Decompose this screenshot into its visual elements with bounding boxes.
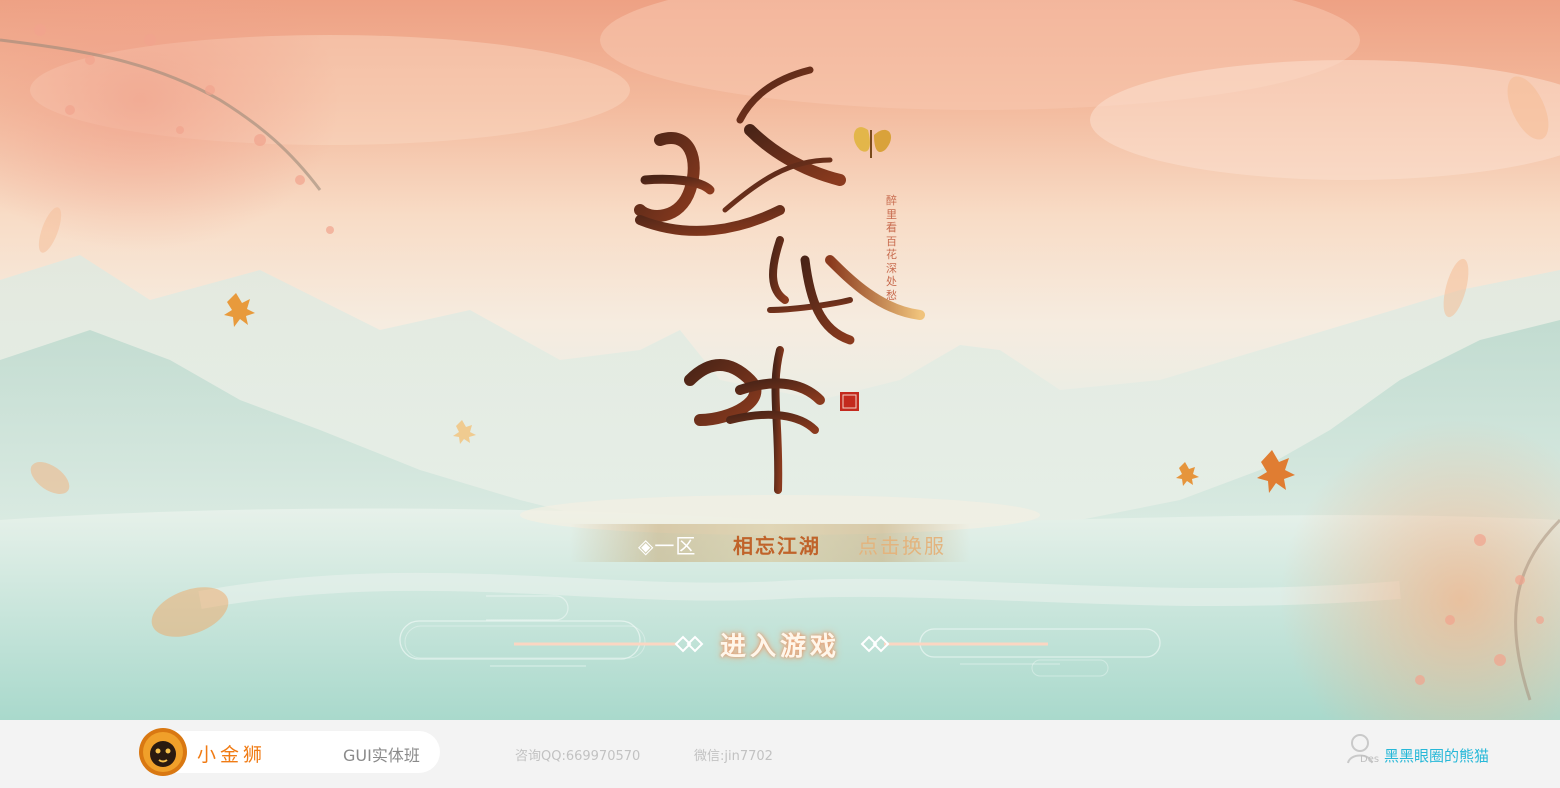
server-name: 相忘江湖 <box>733 534 821 558</box>
author-credit: Des 黑黑眼圈的熊猫 <box>1346 733 1506 769</box>
lion-logo-icon <box>139 728 187 776</box>
game-login-scene: 醉里看百花深处愁 ◈一区 相忘江湖 点击换服 进入游戏 <box>0 0 1560 720</box>
contact-qq: 咨询QQ:669970570 <box>515 749 641 764</box>
game-slogan: 醉里看百花深处愁 <box>886 194 897 302</box>
server-zone: ◈一区 <box>638 534 697 558</box>
switch-server-button[interactable]: 点击换服 <box>858 530 946 559</box>
author-tag: Des <box>1360 754 1380 765</box>
seal-icon <box>840 392 859 411</box>
contact-wechat: 微信:jin7702 <box>694 749 773 764</box>
butterfly-icon <box>853 127 892 158</box>
enter-game-button[interactable]: 进入游戏 <box>398 616 1162 672</box>
enter-game-label: 进入游戏 <box>719 632 840 662</box>
author-link[interactable]: 黑黑眼圈的熊猫 <box>1384 745 1489 766</box>
brand-name: 小金狮 <box>197 744 267 766</box>
course-link[interactable]: GUI实体班 <box>343 742 420 766</box>
